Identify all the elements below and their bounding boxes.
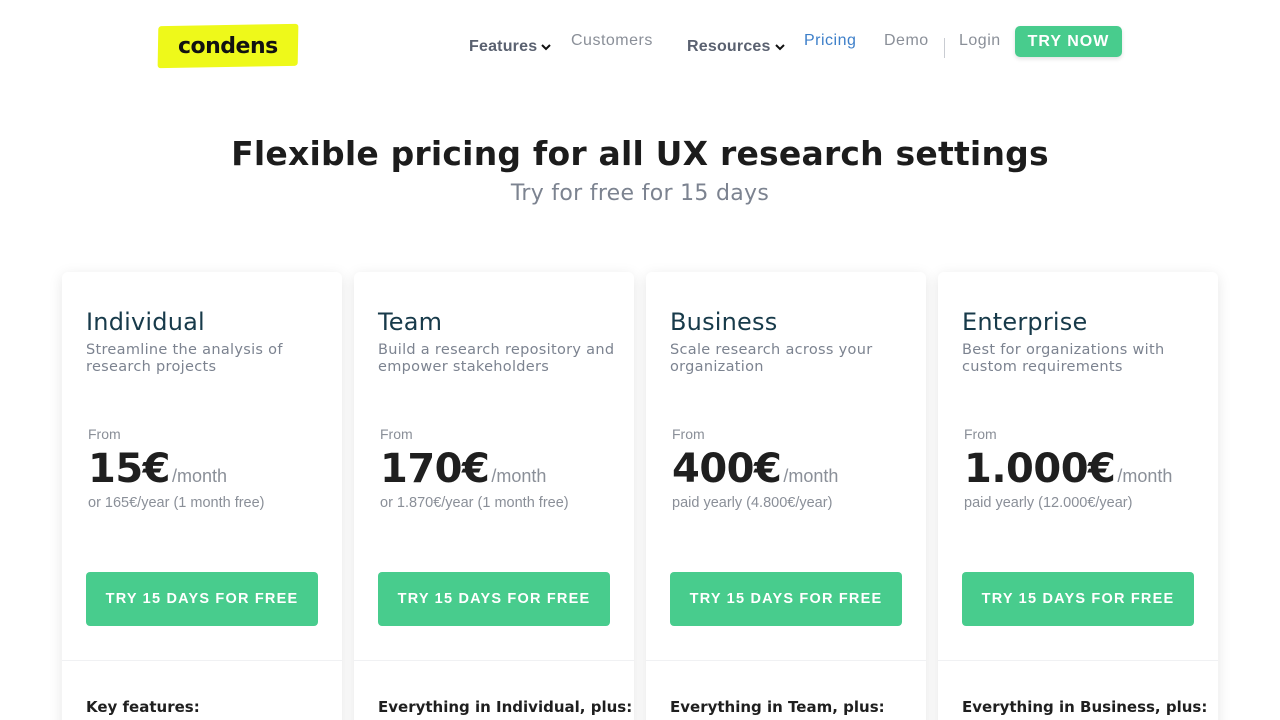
condens-logo[interactable]: condens (157, 23, 299, 69)
nav-features[interactable]: Features (469, 38, 552, 56)
plan-price: 400€/month (672, 446, 838, 492)
price-note: paid yearly (4.800€/year) (672, 495, 833, 511)
plan-price: 15€/month (88, 446, 227, 492)
price-from-label: From (964, 426, 997, 442)
site-header: condens Features Customers Resources Pri… (0, 0, 1280, 90)
nav-customers[interactable]: Customers (571, 32, 653, 50)
nav-resources-label: Resources (687, 38, 771, 55)
price-from-label: From (88, 426, 121, 442)
nav-demo[interactable]: Demo (884, 32, 929, 50)
features-heading: Everything in Business, plus: (962, 698, 1208, 716)
features-heading: Everything in Team, plus: (670, 698, 885, 716)
page-title: Flexible pricing for all UX research set… (231, 134, 1049, 173)
price-from-label: From (672, 426, 705, 442)
trial-button-enterprise[interactable]: TRY 15 DAYS FOR FREE (962, 572, 1194, 626)
plan-price: 170€/month (380, 446, 546, 492)
plan-card-enterprise: Enterprise Best for organizations with c… (938, 272, 1218, 720)
plan-card-individual: Individual Streamline the analysis of re… (62, 272, 342, 720)
price-unit: /month (491, 466, 547, 486)
card-divider (646, 660, 926, 661)
features-heading: Everything in Individual, plus: (378, 698, 633, 716)
plan-description: Best for organizations with custom requi… (962, 342, 1165, 375)
price-from-label: From (380, 426, 413, 442)
price-amount: 1.000€ (964, 446, 1116, 492)
price-unit: /month (172, 466, 228, 486)
price-note: or 165€/year (1 month free) (88, 495, 265, 511)
try-now-button[interactable]: TRY NOW (1015, 26, 1122, 57)
price-unit: /month (1117, 466, 1173, 486)
features-heading: Key features: (86, 698, 200, 716)
price-amount: 400€ (672, 446, 782, 492)
plan-name: Business (670, 308, 778, 336)
plan-name: Team (378, 308, 443, 336)
page-subtitle: Try for free for 15 days (510, 181, 770, 206)
trial-button-business[interactable]: TRY 15 DAYS FOR FREE (670, 572, 902, 626)
price-amount: 170€ (380, 446, 490, 492)
plan-card-business: Business Scale research across your orga… (646, 272, 926, 720)
price-note: paid yearly (12.000€/year) (964, 495, 1133, 511)
nav-login[interactable]: Login (959, 32, 1001, 50)
price-note: or 1.870€/year (1 month free) (380, 495, 569, 511)
plan-description: Scale research across your organization (670, 342, 873, 375)
plan-price: 1.000€/month (964, 446, 1172, 492)
price-amount: 15€ (88, 446, 171, 492)
trial-button-team[interactable]: TRY 15 DAYS FOR FREE (378, 572, 610, 626)
nav-divider (944, 38, 945, 58)
chevron-down-icon (541, 44, 552, 51)
card-divider (938, 660, 1218, 661)
nav-pricing[interactable]: Pricing (804, 32, 856, 50)
plan-description: Build a research repository and empower … (378, 342, 615, 375)
price-unit: /month (783, 466, 839, 486)
trial-button-individual[interactable]: TRY 15 DAYS FOR FREE (86, 572, 318, 626)
card-divider (62, 660, 342, 661)
plan-card-team: Team Build a research repository and emp… (354, 272, 634, 720)
plan-name: Enterprise (962, 308, 1088, 336)
plan-description: Streamline the analysis of research proj… (86, 342, 283, 375)
nav-features-label: Features (469, 38, 538, 55)
chevron-down-icon (774, 44, 785, 51)
plan-name: Individual (86, 308, 205, 336)
nav-resources[interactable]: Resources (687, 38, 786, 56)
logo-text: condens (178, 33, 278, 59)
card-divider (354, 660, 634, 661)
